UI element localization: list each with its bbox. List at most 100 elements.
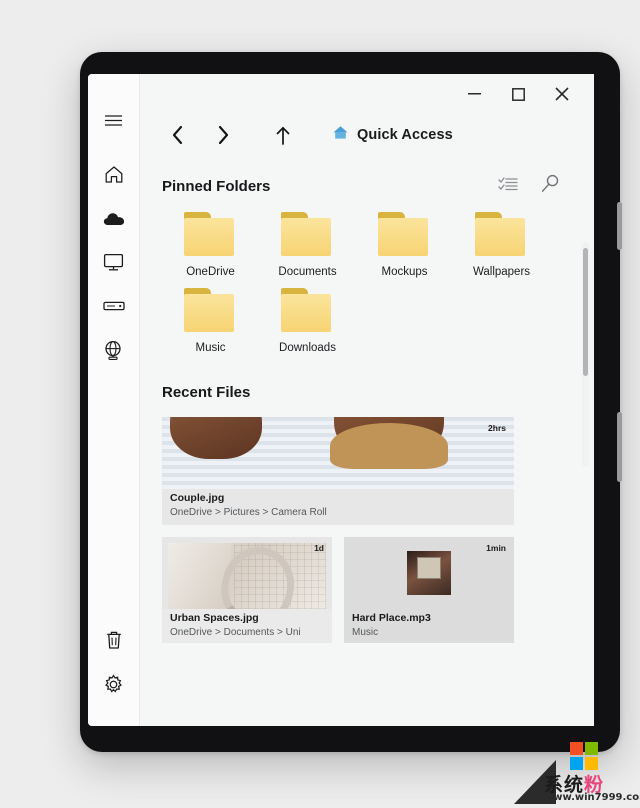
photo-subject-a: [170, 417, 262, 459]
minimize-button[interactable]: [452, 77, 496, 111]
search-icon: [541, 174, 560, 198]
sidebar-item-menu[interactable]: [94, 100, 134, 140]
folder-label: Music: [195, 342, 226, 354]
content-inner: Pinned Folders OneDrive Documents Mockup…: [140, 156, 594, 643]
home-icon: [104, 165, 124, 184]
search-button[interactable]: [538, 174, 562, 198]
card-thumbnail: [168, 543, 326, 609]
recent-file-card[interactable]: 1min Hard Place.mp3 Music: [344, 537, 514, 643]
folder-body: [280, 218, 331, 256]
folder-body: [474, 218, 525, 256]
folder-label: Documents: [278, 266, 337, 278]
maximize-icon: [511, 87, 525, 101]
chevron-left-icon: [172, 126, 182, 144]
pinned-folders-actions: [496, 174, 568, 198]
list-view-button[interactable]: [496, 174, 520, 198]
recent-file-card[interactable]: 2hrs Couple.jpg OneDrive > Pictures > Ca…: [162, 417, 514, 525]
screenshot-root: Quick Access Pinned Folders OneDrive Doc…: [0, 0, 640, 808]
folder-item[interactable]: Wallpapers: [453, 212, 550, 278]
network-icon: [103, 340, 124, 360]
pinned-folders-grid: OneDrive Documents Mockups Wallpapers Mu…: [162, 212, 568, 354]
folder-item[interactable]: Documents: [259, 212, 356, 278]
album-art-thumbnail: [407, 551, 451, 595]
folder-item[interactable]: OneDrive: [162, 212, 259, 278]
tablet-device-frame: Quick Access Pinned Folders OneDrive Doc…: [80, 52, 622, 752]
microsoft-logo-icon: [570, 742, 600, 772]
close-icon: [555, 87, 569, 101]
folder-label: Wallpapers: [472, 266, 531, 278]
folder-icon: [280, 212, 335, 258]
card-meta: Couple.jpg OneDrive > Pictures > Camera …: [162, 489, 514, 525]
recent-file-card[interactable]: 1d Urban Spaces.jpg OneDrive > Documents…: [162, 537, 332, 643]
sidebar-item-settings[interactable]: [94, 664, 134, 704]
navigation-bar: Quick Access: [140, 114, 594, 156]
card-time-badge: 1min: [486, 543, 506, 553]
sidebar-item-recycle-bin[interactable]: [94, 620, 134, 660]
maximize-button[interactable]: [496, 77, 540, 111]
home-icon: [332, 125, 349, 145]
watermark: 系统粉 www.win7999.com: [514, 742, 640, 804]
folder-body: [280, 294, 331, 332]
card-meta: Urban Spaces.jpg OneDrive > Documents > …: [162, 609, 332, 643]
arrow-up-icon: [276, 126, 290, 145]
checklist-icon: [498, 176, 518, 197]
cloud-icon: [103, 211, 125, 226]
content-scroll-area: Pinned Folders OneDrive Documents Mockup…: [140, 156, 594, 726]
folder-item[interactable]: Mockups: [356, 212, 453, 278]
card-filepath: OneDrive > Documents > Uni: [170, 627, 301, 638]
monitor-icon: [103, 253, 124, 272]
trash-icon: [105, 630, 123, 650]
app-content: Quick Access Pinned Folders OneDrive Doc…: [140, 74, 594, 726]
folder-icon: [280, 288, 335, 334]
sidebar-item-home[interactable]: [94, 154, 134, 194]
folder-item[interactable]: Downloads: [259, 288, 356, 354]
forward-button[interactable]: [200, 118, 246, 152]
album-art-screen: [417, 557, 441, 579]
folder-body: [183, 294, 234, 332]
pinned-folders-header: Pinned Folders: [162, 174, 568, 198]
pinned-folders-title: Pinned Folders: [162, 177, 271, 195]
breadcrumb[interactable]: Quick Access: [332, 125, 453, 145]
sidebar-item-drives[interactable]: [94, 286, 134, 326]
card-thumbnail: [162, 417, 514, 492]
folder-label: Downloads: [279, 342, 336, 354]
card-filepath: OneDrive > Pictures > Camera Roll: [170, 507, 327, 518]
sidebar-item-this-pc[interactable]: [94, 242, 134, 282]
recent-files-title: Recent Files: [162, 384, 251, 401]
folder-body: [377, 218, 428, 256]
close-button[interactable]: [540, 77, 584, 111]
window-titlebar: [140, 74, 594, 114]
card-filepath: Music: [352, 627, 379, 638]
folder-icon: [377, 212, 432, 258]
recent-files-row: 1d Urban Spaces.jpg OneDrive > Documents…: [162, 537, 568, 643]
card-meta: Hard Place.mp3 Music: [344, 609, 514, 643]
scrollbar-thumb[interactable]: [583, 248, 588, 376]
card-filename: Urban Spaces.jpg: [170, 612, 259, 624]
folder-icon: [474, 212, 529, 258]
folder-label: Mockups: [381, 266, 428, 278]
drive-icon: [102, 300, 125, 312]
sidebar-item-onedrive[interactable]: [94, 198, 134, 238]
vertical-scrollbar[interactable]: [582, 242, 589, 467]
folder-label: OneDrive: [186, 266, 235, 278]
card-filename: Hard Place.mp3: [352, 612, 431, 624]
folder-item[interactable]: Music: [162, 288, 259, 354]
card-time-badge: 2hrs: [488, 423, 506, 433]
watermark-url: www.win7999.com: [544, 792, 640, 803]
hamburger-menu-icon: [104, 114, 123, 127]
folder-icon: [183, 288, 238, 334]
folder-body: [183, 218, 234, 256]
up-button[interactable]: [260, 118, 306, 152]
device-side-button-volume[interactable]: [617, 202, 622, 250]
sidebar-item-network[interactable]: [94, 330, 134, 370]
card-filename: Couple.jpg: [170, 492, 225, 504]
device-screen: Quick Access Pinned Folders OneDrive Doc…: [88, 74, 594, 726]
breadcrumb-label: Quick Access: [357, 127, 453, 143]
minimize-icon: [467, 93, 481, 95]
card-time-badge: 1d: [314, 543, 324, 553]
photo-hair: [330, 423, 448, 469]
sidebar: [88, 74, 140, 726]
back-button[interactable]: [154, 118, 200, 152]
folder-icon: [183, 212, 238, 258]
device-side-button-power[interactable]: [617, 412, 622, 482]
